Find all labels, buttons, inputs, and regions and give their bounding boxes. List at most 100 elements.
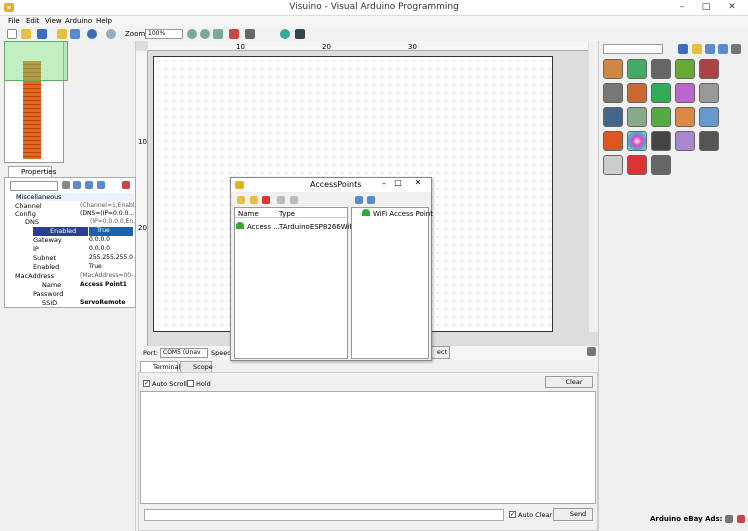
prop-label-macaddress[interactable]: MacAddress bbox=[15, 272, 54, 280]
hold-checkbox[interactable] bbox=[187, 380, 194, 387]
prop-label-enabled[interactable]: Enabled bbox=[50, 227, 76, 235]
prop-label-dns[interactable]: DNS bbox=[25, 218, 39, 226]
right-expand-icon[interactable] bbox=[355, 196, 363, 204]
menu-arduino[interactable]: Arduino bbox=[65, 17, 92, 25]
auto-clear-checkbox[interactable]: ✓ bbox=[509, 511, 516, 518]
palette-item-16[interactable] bbox=[603, 131, 623, 151]
menu-file[interactable]: File bbox=[8, 17, 20, 25]
palette-item-15[interactable] bbox=[699, 107, 719, 127]
menu-help[interactable]: Help bbox=[96, 17, 112, 25]
dialog-minimize-button[interactable]: – bbox=[378, 179, 390, 189]
palette-item-1[interactable] bbox=[603, 59, 623, 79]
zoom-in-icon[interactable] bbox=[187, 29, 197, 39]
prop-value-box[interactable] bbox=[89, 227, 133, 236]
palette-item-9[interactable] bbox=[675, 83, 695, 103]
menu-edit[interactable]: Edit bbox=[26, 17, 40, 25]
palette-item-20[interactable] bbox=[699, 131, 719, 151]
prop-value-channel[interactable]: (Channel=1,Enabl... bbox=[80, 202, 140, 210]
palette-item-11[interactable] bbox=[603, 107, 623, 127]
sort-icon[interactable] bbox=[73, 181, 81, 189]
tab-terminal[interactable]: Terminal bbox=[140, 361, 180, 372]
prop-label-channel[interactable]: Channel bbox=[15, 202, 42, 210]
prop-label-password[interactable]: Password bbox=[33, 290, 63, 298]
available-item-wifi-access-point[interactable]: WiFi Access Point bbox=[373, 210, 433, 218]
palette-expand-icon[interactable] bbox=[705, 44, 715, 54]
move-down-icon[interactable] bbox=[290, 196, 298, 204]
delete-item-icon[interactable] bbox=[262, 196, 270, 204]
zoom-select[interactable]: 100% bbox=[145, 29, 183, 39]
item-name[interactable]: Access ... bbox=[247, 223, 280, 231]
minimize-button[interactable]: – bbox=[672, 1, 692, 14]
save-icon[interactable] bbox=[37, 29, 47, 39]
serial-tools-icon[interactable] bbox=[587, 347, 596, 356]
right-collapse-icon[interactable] bbox=[367, 196, 375, 204]
palette-item-14[interactable] bbox=[675, 107, 695, 127]
palette-item-10[interactable] bbox=[699, 83, 719, 103]
properties-search-input[interactable] bbox=[10, 181, 58, 191]
redo-icon[interactable] bbox=[106, 29, 116, 39]
collapse-icon[interactable] bbox=[97, 181, 105, 189]
prop-label-ip[interactable]: IP bbox=[33, 245, 39, 253]
maximize-button[interactable]: □ bbox=[696, 1, 716, 14]
palette-item-21[interactable] bbox=[603, 155, 623, 175]
port-select[interactable]: COM5 (Unav bbox=[160, 348, 208, 358]
palette-item-12[interactable] bbox=[627, 107, 647, 127]
prop-value-ip[interactable]: 0.0.0.0 bbox=[89, 245, 110, 253]
vertical-scrollbar[interactable] bbox=[588, 41, 598, 332]
palette-item-17[interactable] bbox=[627, 131, 647, 151]
clear-button[interactable]: Clear bbox=[545, 376, 593, 388]
prop-value-gateway[interactable]: 0.0.0.0 bbox=[89, 236, 110, 244]
palette-item-2[interactable] bbox=[627, 59, 647, 79]
palette-item-18[interactable] bbox=[651, 131, 671, 151]
prop-label-config[interactable]: Config bbox=[15, 210, 36, 218]
insert-icon[interactable] bbox=[250, 196, 258, 204]
prop-value-name[interactable]: Access Point1 bbox=[80, 281, 127, 289]
prop-value-ssid[interactable]: ServoRemote bbox=[80, 299, 125, 307]
filter-icon[interactable] bbox=[62, 181, 70, 189]
palette-item-5[interactable] bbox=[699, 59, 719, 79]
terminal-output[interactable] bbox=[140, 391, 596, 504]
component-icon[interactable] bbox=[57, 29, 67, 39]
prop-row-misc[interactable]: Miscellaneous bbox=[16, 193, 134, 201]
prop-value-dns[interactable]: (IP=0.0.0.0,En... bbox=[90, 218, 139, 226]
prop-label-ssid[interactable]: SSID bbox=[42, 299, 57, 307]
open-icon[interactable] bbox=[21, 29, 31, 39]
pin-icon[interactable] bbox=[122, 181, 130, 189]
palette-collapse-icon[interactable] bbox=[718, 44, 728, 54]
ads-close-icon[interactable] bbox=[737, 515, 745, 523]
properties-tab[interactable]: Properties bbox=[8, 166, 56, 177]
board-icon[interactable] bbox=[280, 29, 290, 39]
dialog-close-button[interactable]: ✕ bbox=[406, 178, 430, 188]
prop-label-enabled-2[interactable]: Enabled bbox=[33, 263, 59, 271]
palette-item-4[interactable] bbox=[675, 59, 695, 79]
close-button[interactable]: ✕ bbox=[722, 1, 742, 14]
palette-item-22[interactable] bbox=[627, 155, 647, 175]
delete-icon[interactable] bbox=[229, 29, 239, 39]
prop-value-config[interactable]: (DNS=(IP=0.0.0... bbox=[80, 210, 134, 218]
palette-item-8[interactable] bbox=[651, 83, 671, 103]
available-list[interactable] bbox=[351, 207, 429, 359]
palette-item-19[interactable] bbox=[675, 131, 695, 151]
send-button[interactable]: Send bbox=[553, 508, 593, 521]
overview-viewport[interactable] bbox=[4, 41, 68, 81]
prop-label-subnet[interactable]: Subnet bbox=[33, 254, 56, 262]
prop-value-enabled[interactable]: True bbox=[97, 227, 110, 235]
palette-folder-icon[interactable] bbox=[692, 44, 702, 54]
palette-item-6[interactable] bbox=[603, 83, 623, 103]
col-name-header[interactable]: Name bbox=[238, 210, 259, 218]
palette-item-3[interactable] bbox=[651, 59, 671, 79]
expand-icon[interactable] bbox=[85, 181, 93, 189]
palette-item-23[interactable] bbox=[651, 155, 671, 175]
ads-tools-icon[interactable] bbox=[725, 515, 733, 523]
zoom-fit-icon[interactable] bbox=[213, 29, 223, 39]
prop-value-subnet[interactable]: 255.255.255.0 bbox=[89, 254, 133, 262]
palette-item-13[interactable] bbox=[651, 107, 671, 127]
terminal-input[interactable] bbox=[144, 509, 504, 521]
zoom-out-icon[interactable] bbox=[200, 29, 210, 39]
tab-scope[interactable]: Scope bbox=[180, 361, 213, 372]
col-type-header[interactable]: Type bbox=[279, 210, 295, 218]
palette-tools-icon[interactable] bbox=[731, 44, 741, 54]
undo-icon[interactable] bbox=[87, 29, 97, 39]
dialog-maximize-button[interactable]: □ bbox=[392, 178, 404, 188]
palette-item-7[interactable] bbox=[627, 83, 647, 103]
